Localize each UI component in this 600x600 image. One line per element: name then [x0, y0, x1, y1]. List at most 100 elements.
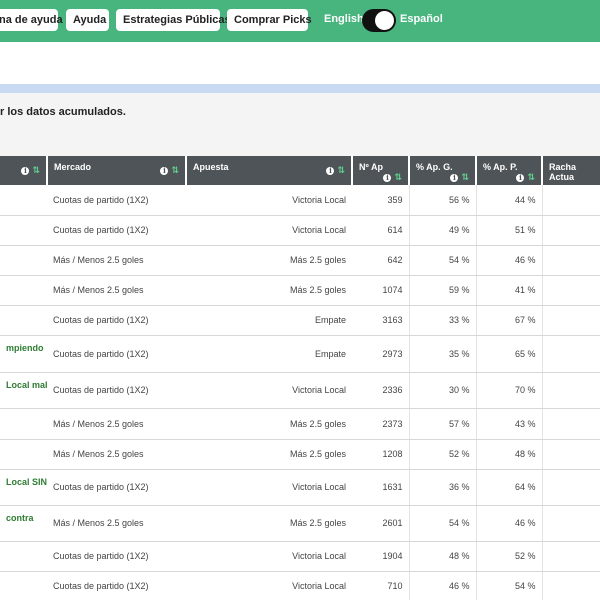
strategy-name[interactable]: mpiendo [0, 335, 47, 373]
table-row[interactable]: Cuotas de partido (1X2) Victoria Local 1… [0, 541, 600, 572]
sort-icon[interactable]: ⇅ [337, 165, 345, 175]
pct-lost-cell: 70 % [476, 372, 543, 409]
pct-won-cell: 48 % [409, 541, 477, 572]
market-cell: Cuotas de partido (1X2) [47, 571, 186, 600]
pct-won-cell: 56 % [409, 185, 477, 216]
pct-lost-cell: 51 % [476, 215, 543, 246]
market-cell: Más / Menos 2.5 goles [47, 505, 186, 542]
pct-lost-cell: 48 % [476, 439, 543, 470]
strategy-name[interactable] [0, 275, 47, 306]
pct-won-cell: 33 % [409, 305, 477, 336]
num-bets-cell: 710 [352, 571, 410, 600]
sort-icon[interactable]: ⇅ [394, 172, 402, 182]
strategies-table: i ⇅ Mercado i ⇅ Apuesta i ⇅ Nº Ap i ⇅ % Ap. … [0, 156, 600, 600]
help-center-button[interactable]: na de ayuda [0, 9, 63, 31]
col-header-name[interactable]: i ⇅ [0, 156, 48, 185]
market-cell: Más / Menos 2.5 goles [47, 408, 186, 440]
market-cell: Más / Menos 2.5 goles [47, 275, 186, 306]
pct-lost-cell: 52 % [476, 541, 543, 572]
num-bets-cell: 642 [352, 245, 410, 276]
table-row[interactable]: Más / Menos 2.5 goles Más 2.5 goles 1074… [0, 275, 600, 306]
table-row[interactable]: Cuotas de partido (1X2) Victoria Local 6… [0, 215, 600, 246]
table-row[interactable]: contra Más / Menos 2.5 goles Más 2.5 gol… [0, 505, 600, 542]
num-bets-cell: 614 [352, 215, 410, 246]
pct-lost-cell: 54 % [476, 571, 543, 600]
info-icon[interactable]: i [21, 166, 30, 175]
strategy-name[interactable] [0, 571, 47, 600]
strategy-name[interactable] [0, 439, 47, 470]
table-row[interactable]: Local SIN Cuotas de partido (1X2) Victor… [0, 469, 600, 506]
num-bets-cell: 3163 [352, 305, 410, 336]
strategy-name[interactable] [0, 185, 47, 216]
bet-cell: Empate [186, 305, 352, 336]
streak-cell [542, 505, 600, 542]
col-header-pct-p[interactable]: % Ap. P. i ⇅ [476, 156, 543, 185]
streak-cell [542, 439, 600, 470]
help-button[interactable]: Ayuda [66, 9, 109, 31]
col-header-n-ap[interactable]: Nº Ap i ⇅ [352, 156, 410, 185]
strategy-name[interactable] [0, 245, 47, 276]
pct-won-cell: 54 % [409, 505, 477, 542]
col-header-racha[interactable]: Racha Actua [542, 156, 600, 185]
info-icon[interactable]: i [383, 173, 392, 182]
info-icon[interactable]: i [516, 173, 525, 182]
table-row[interactable]: Cuotas de partido (1X2) Empate 3163 33 %… [0, 305, 600, 336]
blue-separator [0, 84, 600, 93]
pct-lost-cell: 65 % [476, 335, 543, 373]
strategy-name[interactable]: Local SIN [0, 469, 47, 506]
table-row[interactable]: Local mala Cuotas de partido (1X2) Victo… [0, 372, 600, 409]
market-cell: Cuotas de partido (1X2) [47, 215, 186, 246]
table-row[interactable]: Cuotas de partido (1X2) Victoria Local 3… [0, 185, 600, 216]
table-row[interactable]: Más / Menos 2.5 goles Más 2.5 goles 1208… [0, 439, 600, 470]
sort-icon[interactable]: ⇅ [527, 172, 535, 182]
pct-won-cell: 54 % [409, 245, 477, 276]
streak-cell [542, 335, 600, 373]
pct-won-cell: 57 % [409, 408, 477, 440]
market-cell: Cuotas de partido (1X2) [47, 335, 186, 373]
pct-lost-cell: 67 % [476, 305, 543, 336]
table-row[interactable]: Más / Menos 2.5 goles Más 2.5 goles 642 … [0, 245, 600, 276]
streak-cell [542, 215, 600, 246]
pct-won-cell: 36 % [409, 469, 477, 506]
public-strategies-button[interactable]: Estrategias Públicas [116, 9, 231, 31]
strategy-name[interactable] [0, 305, 47, 336]
info-icon[interactable]: i [160, 166, 169, 175]
strategy-name[interactable]: Local mala [0, 372, 47, 409]
col-header-pct-g[interactable]: % Ap. G. i ⇅ [409, 156, 477, 185]
table-row[interactable]: Más / Menos 2.5 goles Más 2.5 goles 2373… [0, 408, 600, 440]
num-bets-cell: 2973 [352, 335, 410, 373]
table-row[interactable]: mpiendo Cuotas de partido (1X2) Empate 2… [0, 335, 600, 373]
table-row[interactable]: Cuotas de partido (1X2) Victoria Local 7… [0, 571, 600, 600]
streak-cell [542, 305, 600, 336]
strategy-name[interactable] [0, 215, 47, 246]
streak-cell [542, 185, 600, 216]
language-toggle[interactable] [362, 9, 396, 32]
pct-won-cell: 35 % [409, 335, 477, 373]
market-cell: Cuotas de partido (1X2) [47, 305, 186, 336]
streak-cell [542, 372, 600, 409]
col-header-apuesta[interactable]: Apuesta i ⇅ [186, 156, 353, 185]
sort-icon[interactable]: ⇅ [32, 165, 40, 175]
bet-cell: Más 2.5 goles [186, 505, 352, 542]
buy-picks-button[interactable]: Comprar Picks [227, 9, 312, 31]
pct-won-cell: 30 % [409, 372, 477, 409]
info-icon[interactable]: i [326, 166, 335, 175]
pct-lost-cell: 64 % [476, 469, 543, 506]
bet-cell: Más 2.5 goles [186, 439, 352, 470]
sort-icon[interactable]: ⇅ [461, 172, 469, 182]
sort-icon[interactable]: ⇅ [171, 165, 179, 175]
strategies-table-container: i ⇅ Mercado i ⇅ Apuesta i ⇅ Nº Ap i ⇅ % Ap. … [0, 156, 600, 600]
pct-won-cell: 59 % [409, 275, 477, 306]
streak-cell [542, 571, 600, 600]
info-icon[interactable]: i [450, 173, 459, 182]
streak-cell [542, 408, 600, 440]
col-header-mercado[interactable]: Mercado i ⇅ [47, 156, 187, 185]
bet-cell: Empate [186, 335, 352, 373]
english-label: English [324, 13, 364, 25]
strategy-name[interactable] [0, 408, 47, 440]
strategy-name[interactable]: contra [0, 505, 47, 542]
strategy-name[interactable] [0, 541, 47, 572]
bet-cell: Más 2.5 goles [186, 245, 352, 276]
market-cell: Más / Menos 2.5 goles [47, 439, 186, 470]
streak-cell [542, 541, 600, 572]
